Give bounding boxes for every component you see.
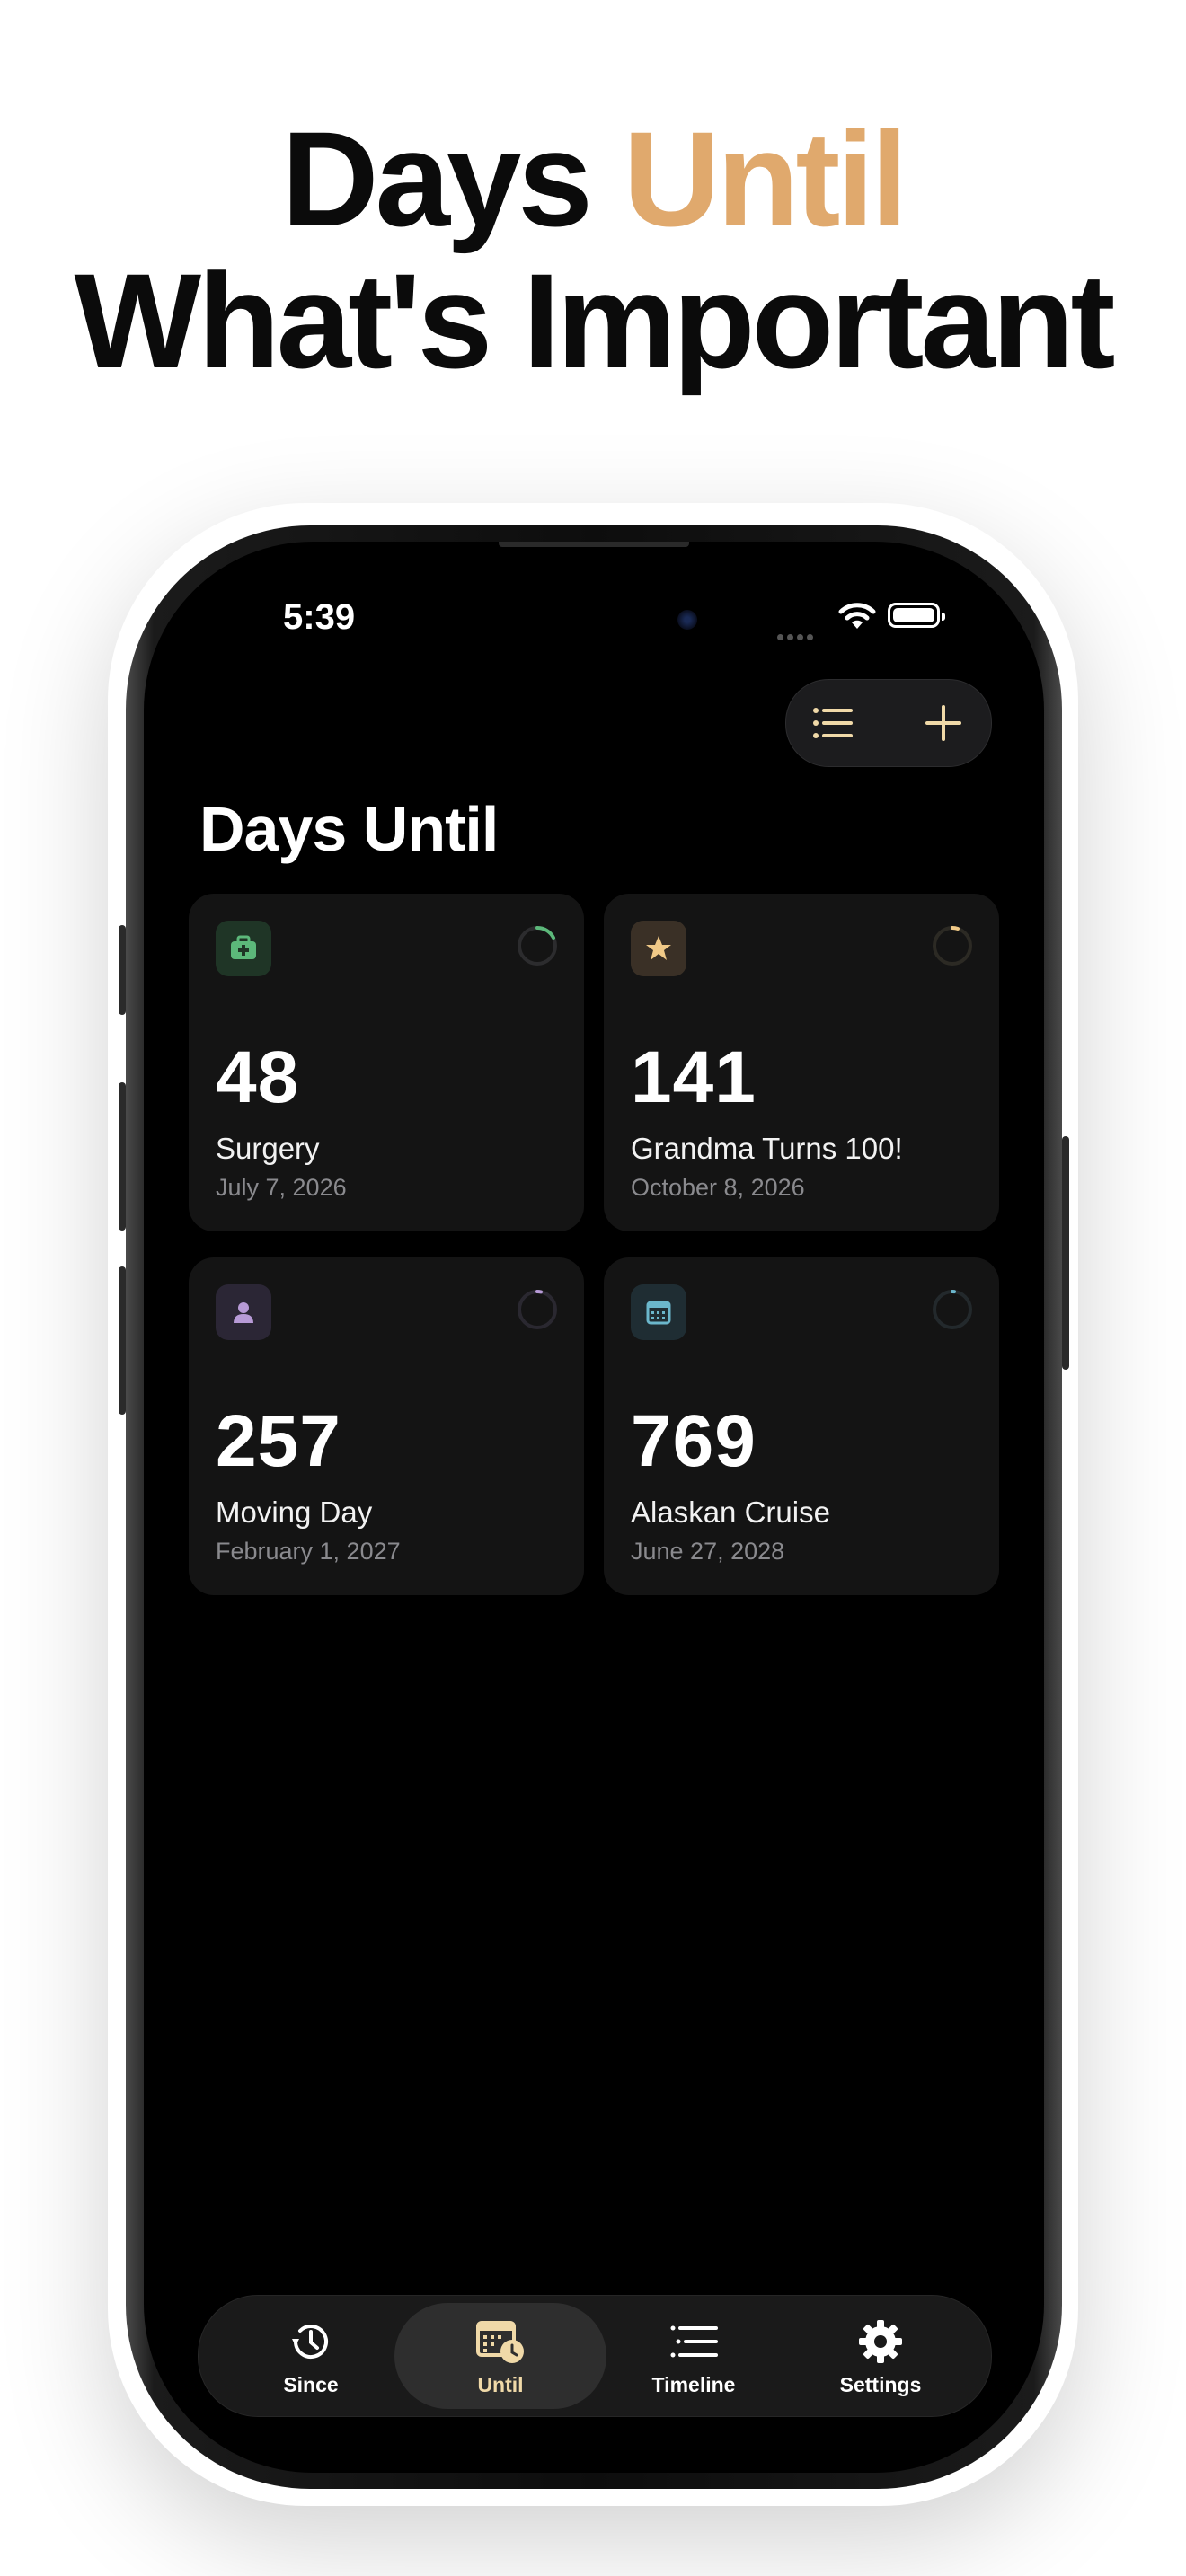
speaker-notch	[499, 542, 689, 547]
tab-timeline[interactable]: Timeline	[599, 2303, 788, 2409]
days-count: 257	[216, 1400, 341, 1482]
tab-label: Settings	[839, 2372, 922, 2396]
event-name: Surgery	[216, 1132, 320, 1165]
event-card-alaskan-cruise[interactable]: 769 Alaskan Cruise June 27, 2028	[604, 1257, 999, 1595]
timeline-list-icon	[670, 2325, 718, 2357]
cellular-signal-icon	[777, 629, 817, 645]
event-date: October 8, 2026	[631, 1174, 805, 1201]
front-camera-icon	[677, 610, 697, 630]
tab-until[interactable]: Until	[394, 2303, 606, 2409]
volume-down-button	[119, 1266, 126, 1415]
list-view-button[interactable]	[806, 696, 860, 750]
list-icon	[813, 708, 853, 738]
progress-ring-icon	[518, 925, 557, 966]
event-icon-box	[216, 1284, 271, 1340]
status-time: 5:39	[283, 597, 356, 637]
headline-text: Days	[281, 103, 624, 254]
volume-up-button	[119, 1082, 126, 1231]
calendar-clock-icon	[476, 2320, 524, 2363]
gear-icon	[859, 2319, 902, 2363]
star-icon	[646, 936, 671, 960]
calendar-icon	[646, 1301, 671, 1325]
medical-kit-icon	[231, 935, 256, 959]
plus-icon	[925, 705, 961, 741]
event-date: February 1, 2027	[216, 1538, 401, 1565]
phone-screen: 5:39 Days Until 48 Surgery July 7, 2026 …	[144, 542, 1044, 2473]
event-icon-box	[631, 921, 686, 976]
days-count: 141	[631, 1037, 757, 1118]
tab-bar: Since Until Timeline Settings	[198, 2295, 992, 2417]
headline-accent-text: Until	[623, 103, 908, 254]
battery-icon	[888, 603, 945, 628]
tab-since[interactable]: Since	[217, 2303, 405, 2409]
event-name: Grandma Turns 100!	[631, 1132, 903, 1165]
days-count: 48	[216, 1037, 300, 1118]
event-name: Alaskan Cruise	[631, 1495, 830, 1529]
history-clock-icon	[292, 2324, 328, 2359]
tab-settings[interactable]: Settings	[786, 2303, 975, 2409]
power-button	[1062, 1136, 1069, 1370]
event-date: July 7, 2026	[216, 1174, 347, 1201]
tab-label: Timeline	[651, 2372, 736, 2396]
marketing-headline: Days Until What's Important	[0, 108, 1186, 392]
top-toolbar	[785, 679, 992, 767]
tab-label: Until	[477, 2372, 524, 2396]
event-card-grandma[interactable]: 141 Grandma Turns 100! October 8, 2026	[604, 894, 999, 1231]
wifi-icon	[838, 603, 876, 629]
progress-ring-icon	[933, 926, 972, 966]
tab-label: Since	[283, 2372, 339, 2396]
event-icon-box	[216, 921, 271, 976]
progress-ring-icon	[933, 1289, 972, 1329]
event-icon-box	[631, 1284, 686, 1340]
event-card-moving-day[interactable]: 257 Moving Day February 1, 2027	[189, 1257, 584, 1595]
person-icon	[234, 1302, 253, 1323]
days-count: 769	[631, 1400, 757, 1482]
headline-line-2: What's Important	[74, 245, 1116, 396]
page-title: Days Until	[199, 794, 499, 864]
event-date: June 27, 2028	[631, 1538, 785, 1565]
event-card-surgery[interactable]: 48 Surgery July 7, 2026	[189, 894, 584, 1231]
progress-ring-icon	[518, 1289, 557, 1329]
headline-line-1: Days Until	[0, 108, 1186, 250]
event-name: Moving Day	[216, 1495, 373, 1529]
action-button	[119, 925, 126, 1015]
add-event-button[interactable]	[916, 696, 970, 750]
